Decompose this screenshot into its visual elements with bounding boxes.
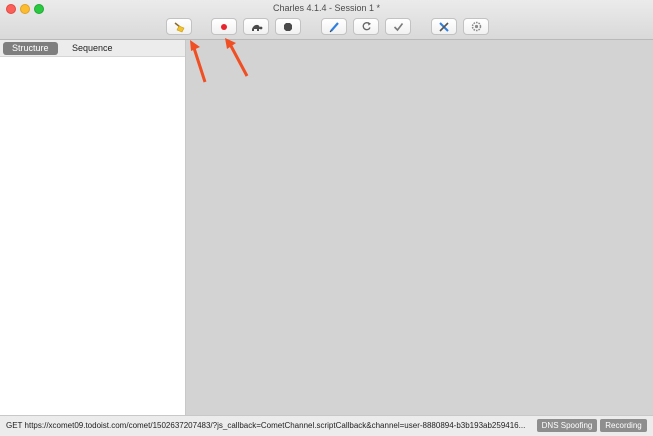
record-dot-icon	[219, 22, 229, 32]
broom-icon	[172, 21, 186, 33]
refresh-icon	[361, 21, 372, 32]
throttle-button[interactable]	[243, 18, 269, 35]
clear-session-button[interactable]	[166, 18, 192, 35]
sidebar: Structure Sequence	[0, 40, 186, 415]
pen-icon	[328, 21, 340, 33]
gear-icon	[471, 21, 482, 32]
turtle-icon	[249, 22, 263, 32]
window-title: Charles 4.1.4 - Session 1 *	[272, 3, 381, 13]
tools-icon	[438, 21, 450, 33]
detail-pane	[186, 40, 653, 415]
title-bar: Charles 4.1.4 - Session 1 *	[0, 0, 653, 40]
annotation-arrow-icon	[225, 38, 249, 77]
recording-badge[interactable]: Recording	[600, 419, 647, 432]
settings-button[interactable]	[463, 18, 489, 35]
annotation-arrow-icon	[190, 40, 207, 83]
checkmark-icon	[393, 22, 404, 32]
repeat-button[interactable]	[353, 18, 379, 35]
tools-button[interactable]	[431, 18, 457, 35]
stop-hexagon-icon	[283, 22, 293, 32]
view-tabs: Structure Sequence	[0, 40, 185, 57]
validate-button[interactable]	[385, 18, 411, 35]
compose-button[interactable]	[321, 18, 347, 35]
breakpoints-button[interactable]	[275, 18, 301, 35]
dns-spoofing-badge[interactable]: DNS Spoofing	[537, 419, 597, 432]
charles-window: Charles 4.1.4 - Session 1 * Structure Se…	[0, 0, 653, 436]
status-request-text: GET https://xcomet09.todoist.com/comet/1…	[6, 421, 526, 430]
record-button[interactable]	[211, 18, 237, 35]
tab-structure[interactable]: Structure	[3, 42, 58, 55]
tab-sequence[interactable]: Sequence	[63, 42, 122, 55]
status-bar: GET https://xcomet09.todoist.com/comet/1…	[0, 415, 653, 436]
